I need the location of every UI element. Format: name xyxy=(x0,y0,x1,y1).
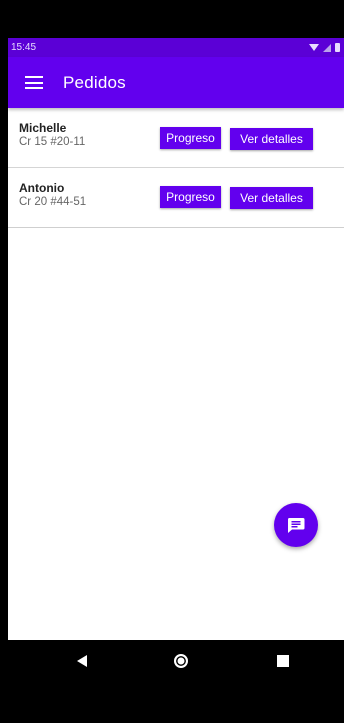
message-icon xyxy=(287,518,305,533)
wifi-icon xyxy=(309,44,319,51)
battery-icon xyxy=(335,43,340,52)
message-fab-button[interactable] xyxy=(274,503,318,547)
signal-icon xyxy=(323,43,331,52)
top-bezel xyxy=(0,0,344,38)
order-row: Antonio Cr 20 #44-51 Progreso Ver detall… xyxy=(8,168,344,228)
home-icon xyxy=(174,653,188,668)
navigation-bar xyxy=(8,640,344,681)
view-details-button[interactable]: Ver detalles xyxy=(230,187,313,209)
menu-icon[interactable] xyxy=(25,76,43,89)
status-icons xyxy=(309,38,340,57)
status-time: 15:45 xyxy=(11,42,37,53)
order-row: Michelle Cr 15 #20-11 Progreso Ver detal… xyxy=(8,108,344,168)
order-address: Cr 20 #44-51 xyxy=(19,196,87,208)
page-title: Pedidos xyxy=(63,72,126,92)
home-button[interactable] xyxy=(169,640,193,681)
recent-apps-icon xyxy=(277,654,289,667)
progress-button[interactable]: Progreso xyxy=(160,127,221,149)
progress-button[interactable]: Progreso xyxy=(160,186,221,208)
view-details-button[interactable]: Ver detalles xyxy=(230,128,313,150)
recent-apps-button[interactable] xyxy=(272,640,294,681)
order-customer-name: Michelle xyxy=(19,121,67,135)
order-customer-name: Antonio xyxy=(19,181,65,195)
back-icon xyxy=(77,654,87,667)
bottom-bezel xyxy=(0,681,344,723)
order-address: Cr 15 #20-11 xyxy=(19,136,86,148)
status-bar: 15:45 xyxy=(8,38,344,57)
phone-screen: 15:45 Pedidos Michelle Cr 15 #20-11 Prog… xyxy=(8,38,344,640)
orders-list: Michelle Cr 15 #20-11 Progreso Ver detal… xyxy=(8,108,344,228)
back-button[interactable] xyxy=(71,640,93,681)
app-bar: Pedidos xyxy=(8,57,344,108)
